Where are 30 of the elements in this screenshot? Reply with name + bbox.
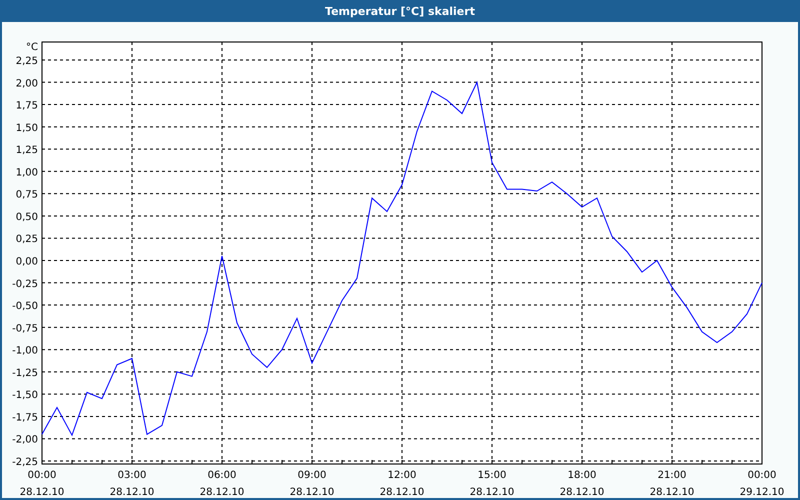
x-tick-label: 09:00 28.12.10 (290, 470, 334, 498)
y-tick-label: 1,75 (16, 100, 38, 112)
x-tick-label: 00:00 28.12.10 (20, 470, 64, 498)
x-tick-label: 12:00 28.12.10 (380, 470, 424, 498)
y-tick-label: -0,50 (12, 301, 38, 312)
y-tick-label: -2,25 (12, 457, 38, 468)
y-tick-label: -0,75 (12, 323, 38, 334)
y-tick-label: -1,00 (12, 346, 38, 357)
x-tick-label: 00:00 29.12.10 (740, 470, 784, 498)
y-tick-label: 1,50 (16, 122, 38, 134)
x-tick-label: 06:00 28.12.10 (200, 470, 244, 498)
y-tick-label: 2,00 (16, 78, 38, 90)
y-tick-label: 2,25 (16, 56, 38, 67)
y-tick-label: 0,75 (16, 190, 38, 201)
y-tick-label: 1,25 (16, 145, 38, 156)
x-tick-label: 18:00 28.12.10 (560, 470, 604, 498)
y-tick-label: -1,25 (12, 368, 38, 379)
window-title: Temperatur [°C] skaliert (0, 0, 800, 22)
y-tick-label: -0,25 (12, 278, 38, 290)
y-tick-label: -2,00 (12, 434, 38, 446)
y-tick-label: -1,50 (12, 390, 38, 402)
y-tick-label: 0,00 (16, 256, 38, 268)
y-tick-label: 0,25 (16, 234, 38, 246)
y-tick-label: 1,00 (16, 167, 38, 178)
y-axis-unit: °C (26, 42, 38, 53)
y-tick-label: -1,75 (12, 412, 38, 424)
y-tick-label: 0,50 (16, 212, 38, 223)
x-tick-label: 15:00 28.12.10 (470, 470, 514, 498)
x-tick-label: 03:00 28.12.10 (110, 470, 154, 498)
x-tick-label: 21:00 28.12.10 (650, 470, 694, 498)
